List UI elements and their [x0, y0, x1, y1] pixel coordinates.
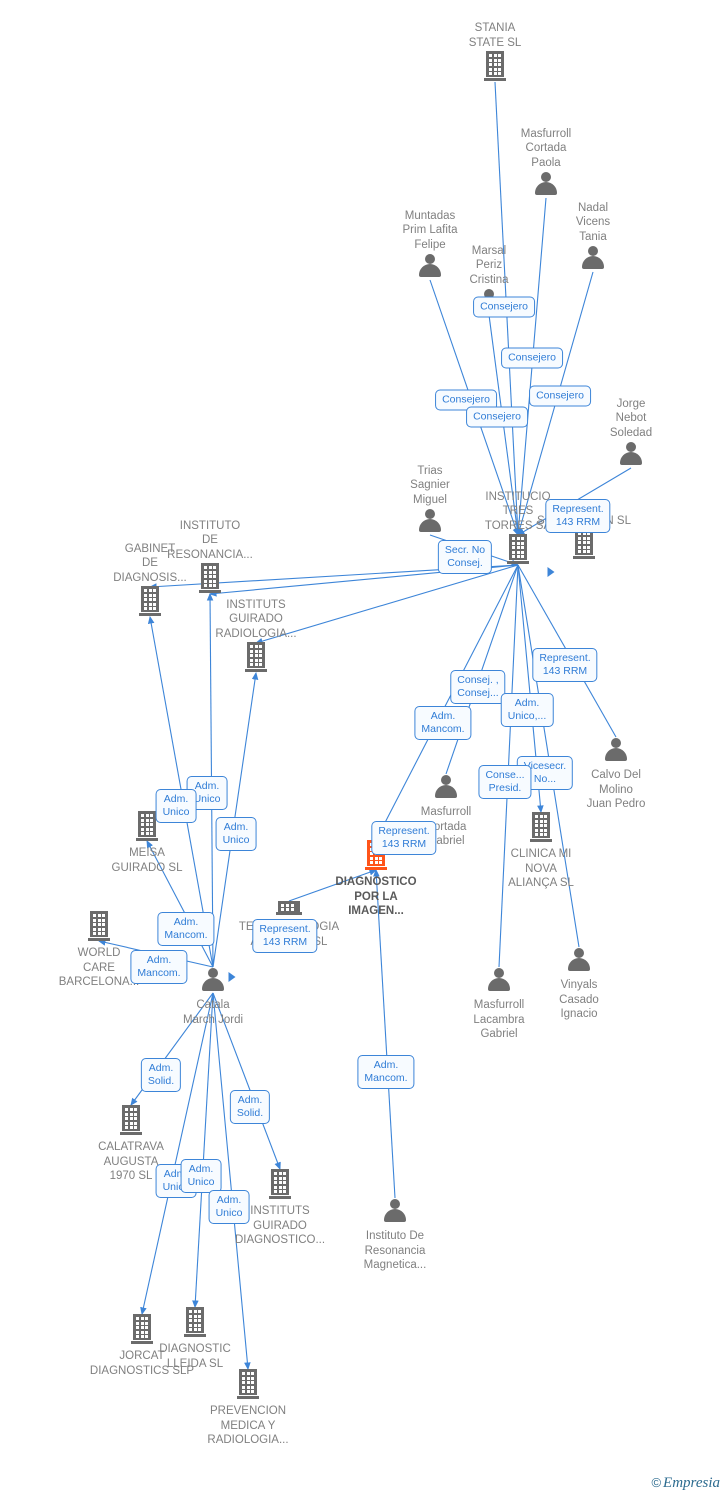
expand-tri-teleradio[interactable]	[228, 972, 236, 982]
graph-node-stania[interactable]: STANIA STATE SL	[435, 21, 555, 85]
graph-node-inst_reson_p[interactable]: Instituto De Resonancia Magnetica...	[335, 1198, 455, 1273]
graph-node-label: Masfurroll Cortada Paola	[520, 127, 572, 169]
watermark-brand: Empresia	[663, 1475, 720, 1491]
network-diagram-canvas: STANIA STATE SL Masfurroll Cortada Paola M…	[0, 0, 728, 1500]
relationship-label-cc1[interactable]: Consej. , Consej...	[450, 670, 506, 704]
graph-node-jorge_nebot[interactable]: Jorge Nebot Soledad	[571, 397, 691, 472]
building-icon	[524, 529, 644, 563]
person-icon	[335, 1198, 455, 1228]
relationship-label-c4[interactable]: Consejero	[529, 385, 591, 407]
graph-node-label: STANIA STATE SL	[468, 22, 522, 49]
graph-node-prevencion[interactable]: PREVENCION MEDICA Y RADIOLOGIA...	[188, 1369, 308, 1448]
person-icon	[571, 441, 691, 471]
relationship-label-r2[interactable]: Represent. 143 RRM	[532, 648, 598, 682]
graph-node-nadal[interactable]: Nadal Vicens Tania	[533, 201, 653, 276]
relationship-label-am3[interactable]: Adm. Mancom.	[130, 950, 188, 984]
graph-node-vinyals[interactable]: Vinyals Casado Ignacio	[519, 947, 639, 1022]
edge-catala-to-diag_lleida	[192, 992, 214, 1309]
relationship-label-s1[interactable]: Secr. No Consej.	[437, 540, 493, 574]
building-icon	[188, 1369, 308, 1403]
copyright-symbol: ©	[651, 1475, 662, 1490]
building-wide-icon	[229, 901, 349, 919]
expand-tri-tres-torres[interactable]	[547, 567, 555, 577]
relationship-label-r4[interactable]: Represent. 143 RRM	[252, 919, 318, 953]
graph-node-instituts_rad[interactable]: INSTITUTS GUIRADO RADIOLOGIA...	[196, 598, 316, 677]
relationship-label-am2[interactable]: Adm. Mancom.	[157, 912, 215, 946]
relationship-label-au3[interactable]: Adm. Unico	[155, 789, 197, 823]
graph-node-label: MEISA GUIRADO SL	[111, 847, 183, 874]
building-icon	[481, 812, 601, 846]
relationship-label-au4[interactable]: Adm. Unico	[215, 817, 257, 851]
graph-node-label: INSTITUTO DE RESONANCIA...	[167, 519, 253, 561]
relationship-label-am1[interactable]: Adm. Mancom.	[414, 706, 472, 740]
edge-inst_reson_p-to-diagnostico	[373, 868, 396, 1199]
building-icon	[435, 51, 555, 85]
graph-node-label: Catala March Jordi	[182, 999, 244, 1026]
relationship-label-r1[interactable]: Represent. 143 RRM	[545, 499, 611, 533]
building-icon	[135, 1307, 255, 1341]
building-icon	[196, 642, 316, 676]
graph-node-label: Instituto De Resonancia Magnetica...	[363, 1230, 427, 1271]
relationship-label-c1[interactable]: Consejero	[473, 296, 535, 318]
graph-node-label: Marsal Periz Cristina	[469, 244, 509, 286]
person-icon	[486, 171, 606, 201]
graph-node-masfurroll_p[interactable]: Masfurroll Cortada Paola	[486, 127, 606, 202]
building-icon	[71, 1105, 191, 1139]
graph-node-label: CLINICA MI NOVA ALIANÇA SL	[508, 848, 574, 889]
watermark: © Empresia	[651, 1475, 720, 1492]
relationship-label-r3[interactable]: Represent. 143 RRM	[371, 821, 437, 855]
person-icon	[556, 737, 676, 767]
graph-node-label: PREVENCION MEDICA Y RADIOLOGIA...	[207, 1405, 289, 1446]
relationship-label-as1[interactable]: Adm. Solid.	[140, 1058, 182, 1092]
graph-node-label: Vinyals Casado Ignacio	[559, 979, 599, 1020]
graph-node-calvo[interactable]: Calvo Del Molino Juan Pedro	[556, 737, 676, 812]
graph-node-diag_lleida[interactable]: DIAGNOSTIC LLEIDA SL	[135, 1307, 255, 1371]
relationship-label-c5[interactable]: Consejero	[466, 406, 528, 428]
person-icon	[533, 245, 653, 275]
relationship-label-au1[interactable]: Adm. Unico,...	[500, 693, 554, 727]
relationship-label-au7[interactable]: Adm. Unico	[208, 1190, 250, 1224]
relationship-label-au6[interactable]: Adm. Unico	[180, 1159, 222, 1193]
graph-node-clinica[interactable]: CLINICA MI NOVA ALIANÇA SL	[481, 812, 601, 891]
building-icon	[39, 911, 159, 945]
relationship-label-am4[interactable]: Adm. Mancom.	[357, 1055, 415, 1089]
graph-node-label: INSTITUTS GUIRADO RADIOLOGIA...	[215, 598, 297, 640]
relationship-label-c2[interactable]: Consejero	[501, 347, 563, 369]
graph-node-label: Nadal Vicens Tania	[575, 201, 611, 243]
graph-node-label: Calvo Del Molino Juan Pedro	[586, 769, 646, 810]
building-icon	[150, 563, 270, 597]
graph-node-inst_reson[interactable]: INSTITUTO DE RESONANCIA...	[150, 519, 270, 598]
graph-node-label: DIAGNOSTIC LLEIDA SL	[159, 1343, 231, 1370]
relationship-label-cp1[interactable]: Conse... Presid.	[478, 765, 532, 799]
relationship-label-as2[interactable]: Adm. Solid.	[229, 1090, 271, 1124]
person-icon	[519, 947, 639, 977]
